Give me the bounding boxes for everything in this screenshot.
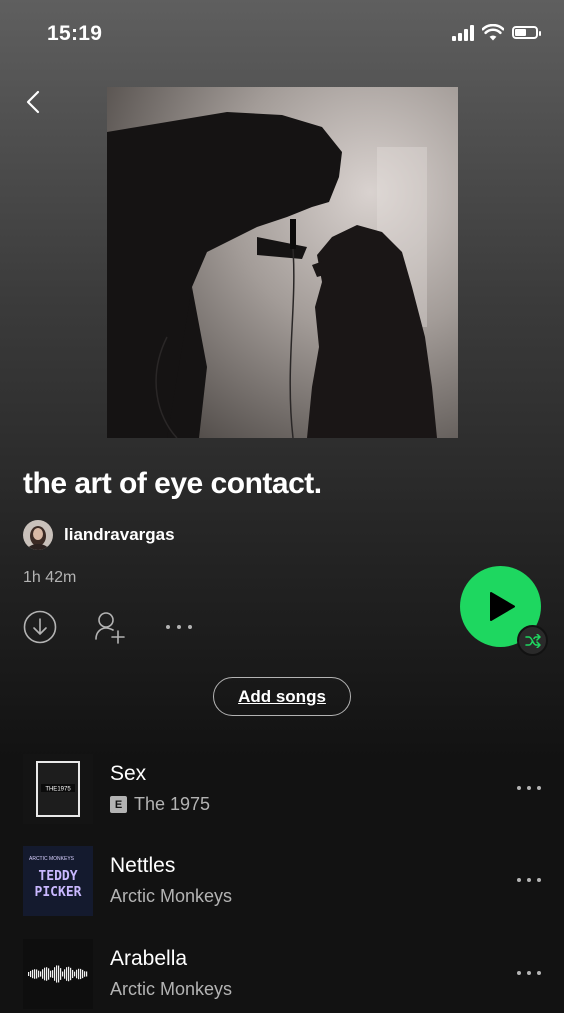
track-artist-row: Arctic Monkeys: [110, 979, 232, 1000]
soundwave-bar: [58, 965, 60, 983]
soundwave-bar: [82, 969, 84, 979]
back-button[interactable]: [22, 88, 46, 116]
track-artist-row: E The 1975: [110, 794, 210, 815]
soundwave-bar: [52, 970, 54, 978]
soundwave-bar: [50, 970, 52, 978]
track-title: Nettles: [110, 854, 176, 877]
playlist-cover: [107, 87, 458, 438]
more-horizontal-icon: [517, 878, 541, 882]
playlist-duration: 1h 42m: [23, 569, 77, 586]
soundwave-bar: [30, 970, 32, 978]
soundwave-bar: [78, 968, 80, 980]
soundwave-bar: [66, 967, 68, 981]
soundwave-bar: [38, 970, 40, 978]
battery-icon: [512, 26, 541, 39]
track-art-text: ARCTIC MONKEYS: [29, 856, 75, 862]
add-songs-button[interactable]: Add songs: [213, 677, 351, 716]
explicit-badge: E: [110, 796, 127, 813]
track-artwork: THE1975: [23, 754, 93, 824]
soundwave-bar: [44, 967, 46, 981]
soundwave-bar: [46, 967, 48, 981]
track-title: Arabella: [110, 947, 188, 970]
track-artist-row: Arctic Monkeys: [110, 886, 232, 907]
download-button[interactable]: [23, 610, 57, 644]
soundwave-bar: [84, 971, 86, 977]
soundwave-bar: [28, 972, 30, 976]
track-row[interactable]: ARCTIC MONKEYS TEDDY PICKER Nettles Arct…: [0, 846, 564, 916]
track-artist: Arctic Monkeys: [110, 886, 233, 906]
track-more-button[interactable]: [516, 780, 542, 796]
track-art-text: TEDDY: [38, 869, 77, 884]
more-horizontal-icon: [517, 971, 541, 975]
add-collaborator-button[interactable]: [93, 609, 127, 645]
track-more-button[interactable]: [516, 965, 542, 981]
owner-name[interactable]: liandravargas: [64, 525, 175, 545]
avatar[interactable]: [23, 520, 53, 550]
soundwave-bar: [36, 969, 38, 979]
status-time: 15:19: [47, 22, 103, 45]
download-icon: [23, 610, 57, 644]
chevron-left-icon: [26, 90, 40, 114]
track-art-text: PICKER: [35, 885, 82, 900]
soundwave-bar: [32, 969, 34, 979]
track-artist: Arctic Monkeys: [110, 979, 233, 999]
track-row[interactable]: Arabella Arctic Monkeys: [0, 939, 564, 1009]
playlist-owner[interactable]: liandravargas: [23, 520, 175, 550]
track-art-text: THE1975: [45, 787, 71, 793]
track-row[interactable]: THE1975 Sex E The 1975: [0, 754, 564, 824]
add-user-icon: [95, 612, 125, 644]
shuffle-icon: [524, 633, 541, 648]
track-title: Sex: [110, 762, 147, 785]
soundwave-bar: [80, 968, 82, 980]
soundwave-bar: [74, 971, 76, 977]
soundwave-bar: [40, 971, 42, 977]
soundwave-bar: [54, 967, 56, 981]
soundwave-bar: [68, 966, 70, 982]
track-artwork: ARCTIC MONKEYS TEDDY PICKER: [23, 846, 93, 916]
soundwave-bar: [62, 971, 64, 977]
wifi-icon: [482, 24, 504, 41]
more-horizontal-icon: [166, 625, 192, 629]
soundwave-bar: [72, 969, 74, 979]
soundwave-bar: [48, 968, 50, 980]
track-artist: The 1975: [134, 794, 211, 814]
battery-level: [515, 29, 526, 36]
soundwave-bar: [86, 971, 88, 977]
track-more-button[interactable]: [516, 872, 542, 888]
more-horizontal-icon: [517, 786, 541, 790]
more-options-button[interactable]: [164, 618, 194, 636]
soundwave-bar: [56, 965, 58, 983]
soundwave-bar: [34, 969, 36, 979]
soundwave-bar: [60, 968, 62, 980]
shuffle-button[interactable]: [517, 625, 548, 656]
soundwave-bar: [76, 969, 78, 979]
soundwave-bar: [42, 969, 44, 979]
cellular-signal-icon: [452, 24, 474, 41]
soundwave-bar: [64, 969, 66, 979]
soundwave-bar: [70, 967, 72, 981]
status-icons: [452, 24, 541, 41]
track-artwork: [23, 939, 93, 1009]
playlist-title: the art of eye contact.: [23, 467, 322, 500]
